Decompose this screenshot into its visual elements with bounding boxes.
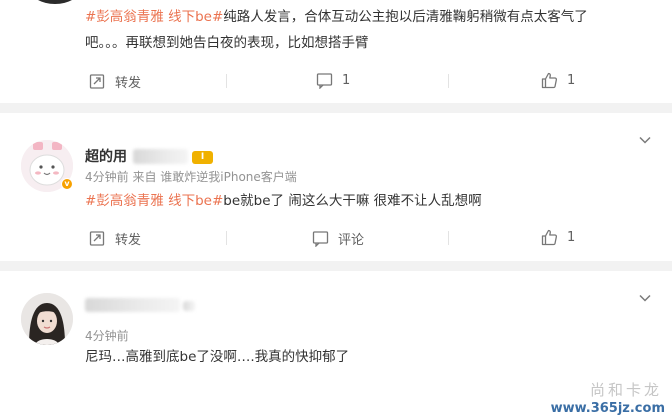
blurred-badge xyxy=(183,301,195,311)
comment-text-line1: #彭高翁青雅 线下be#纯路人发言，合体互动公主抱以后清雅鞠躬稍微有点太客气了 xyxy=(85,9,588,25)
comment-card-2: v 超的用 Ⅰ 4分钟前 来自 谁敢炸逆我iPhone客户端 #彭高翁青雅 线下… xyxy=(0,113,672,261)
comment-meta: 4分钟前 xyxy=(85,329,129,343)
chevron-down-icon[interactable] xyxy=(638,291,652,305)
comment-icon xyxy=(312,231,329,247)
like-button[interactable]: 1 xyxy=(541,72,575,89)
blurred-username xyxy=(133,149,188,164)
blurred-username xyxy=(85,298,180,312)
like-button[interactable]: 1 xyxy=(541,229,575,246)
repost-icon xyxy=(89,231,105,246)
comment-card-1: #彭高翁青雅 线下be#纯路人发言，合体互动公主抱以后清雅鞠躬稍微有点太客气了 … xyxy=(0,0,672,103)
repost-button[interactable]: 转发 xyxy=(89,229,141,248)
chevron-down-icon[interactable] xyxy=(638,133,652,147)
watermark-url: www.365jz.com xyxy=(547,401,668,416)
topic-link[interactable]: #彭高翁青雅 线下be# xyxy=(85,193,223,209)
verified-v-icon: v xyxy=(61,178,73,190)
comment-button[interactable]: 评论 xyxy=(312,229,364,248)
comment-text: #彭高翁青雅 线下be#be就be了 闹这么大干嘛 很难不让人乱想啊 xyxy=(85,193,482,209)
comment-button[interactable]: 1 xyxy=(316,72,350,89)
avatar[interactable] xyxy=(30,0,80,4)
comment-card-3: 4分钟前 尼玛…高雅到底be了没啊….我真的快抑郁了 xyxy=(0,271,672,420)
comment-text-line2: 吧。。。再联想到她告白夜的表现，比如想搭手臂 xyxy=(85,35,369,51)
username[interactable]: 超的用 xyxy=(85,146,127,166)
repost-icon xyxy=(89,74,105,89)
avatar[interactable] xyxy=(21,293,73,345)
comment-icon xyxy=(316,73,333,89)
thumbs-up-icon xyxy=(541,72,558,89)
level-badge: Ⅰ xyxy=(192,151,213,164)
comment-text: 尼玛…高雅到底be了没啊….我真的快抑郁了 xyxy=(85,349,350,365)
thumbs-up-icon xyxy=(541,229,558,246)
topic-link[interactable]: #彭高翁青雅 线下be# xyxy=(85,9,223,25)
repost-button[interactable]: 转发 xyxy=(89,72,141,91)
comment-meta: 4分钟前 来自 谁敢炸逆我iPhone客户端 xyxy=(85,170,297,184)
watermark-text: 尚和卡龙 xyxy=(589,381,662,399)
